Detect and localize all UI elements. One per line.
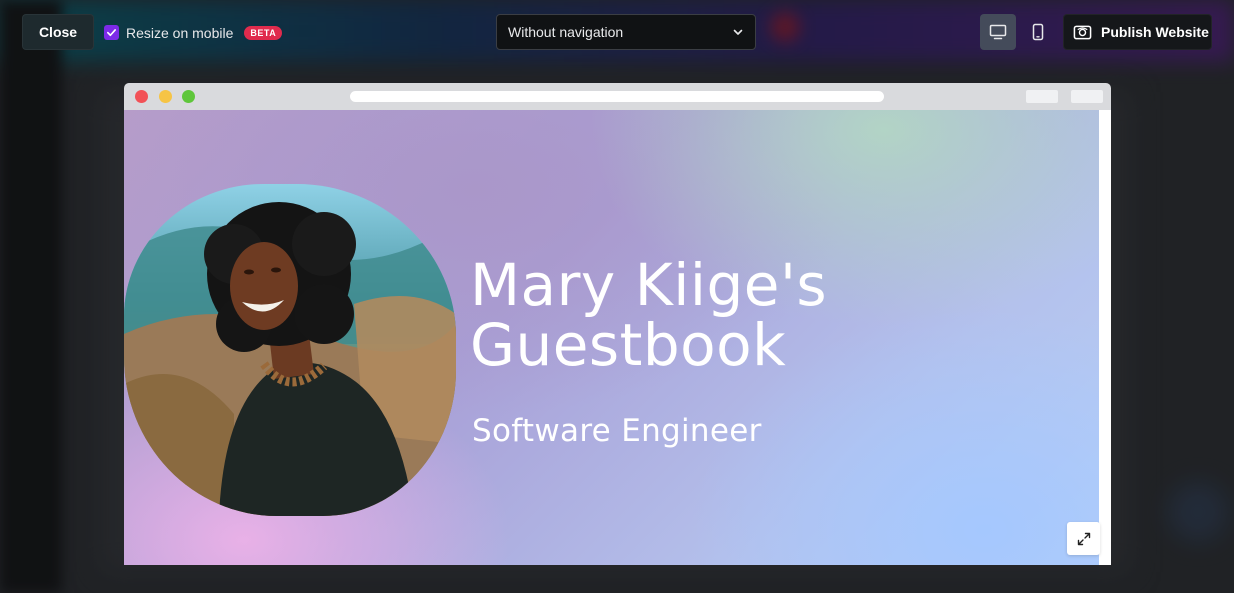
- browser-chrome: [124, 83, 1111, 110]
- window-minimize-dot: [159, 90, 172, 103]
- mobile-icon: [1032, 23, 1044, 41]
- website-preview-window: Mary Kiige's Guestbook Software Engineer: [124, 83, 1111, 565]
- portrait-photo: [124, 184, 456, 516]
- publish-website-label: Publish Website: [1101, 24, 1209, 40]
- navigation-dropdown[interactable]: Without navigation: [496, 14, 756, 50]
- resize-on-mobile-label: Resize on mobile: [126, 24, 234, 41]
- window-maximize-dot: [182, 90, 195, 103]
- beta-badge: BETA: [244, 25, 283, 40]
- address-bar: [350, 91, 884, 102]
- site-title: Mary Kiige's Guestbook: [470, 251, 828, 379]
- site-subtitle: Software Engineer: [472, 413, 762, 449]
- checkbox-checked-icon[interactable]: [104, 25, 119, 40]
- navigation-dropdown-value: Without navigation: [508, 24, 624, 40]
- desktop-preview-button[interactable]: [980, 14, 1016, 50]
- chevron-down-icon: [733, 29, 743, 35]
- website-hero-section: Mary Kiige's Guestbook Software Engineer: [124, 110, 1099, 565]
- close-button[interactable]: Close: [22, 14, 94, 50]
- browser-control: [1026, 90, 1058, 103]
- expand-icon: [1077, 532, 1090, 545]
- fullscreen-expand-button[interactable]: [1067, 522, 1100, 555]
- mobile-preview-button[interactable]: [1020, 14, 1056, 50]
- publish-icon: [1073, 25, 1092, 39]
- resize-on-mobile-toggle[interactable]: Resize on mobile BETA: [104, 24, 283, 41]
- publish-website-button[interactable]: Publish Website: [1063, 14, 1212, 50]
- browser-control: [1071, 90, 1103, 103]
- desktop-icon: [989, 24, 1007, 40]
- preview-scrollbar-track: [1099, 110, 1111, 565]
- window-close-dot: [135, 90, 148, 103]
